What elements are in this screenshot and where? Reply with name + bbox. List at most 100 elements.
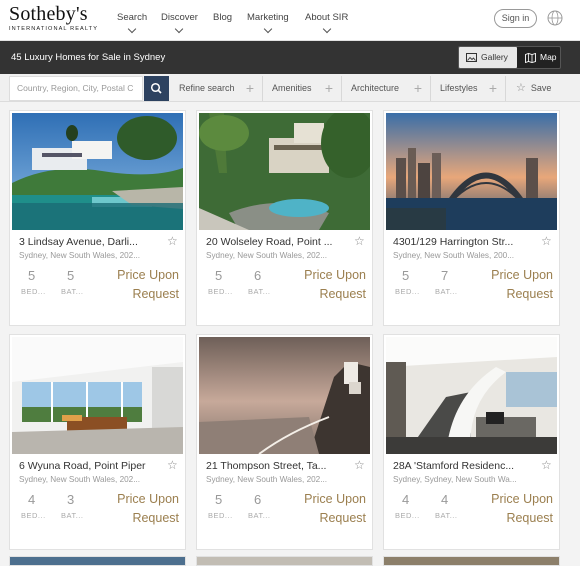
results-title: 45 Luxury Homes for Sale in Sydney: [11, 52, 166, 63]
listing-card[interactable]: 6 Wyuna Road, Point Piper ☆ Sydney, New …: [9, 334, 186, 550]
bath-count: 7: [441, 268, 449, 283]
listing-location: Sydney, New South Wales, 202...: [206, 251, 328, 260]
bath-unit-label: BAT...: [61, 287, 84, 296]
nav-label: Search: [117, 12, 148, 23]
listing-photo[interactable]: [386, 113, 557, 230]
next-listing-card-partial[interactable]: [9, 556, 186, 566]
bath-count: 3: [67, 492, 75, 507]
bed-unit-label: BED...: [208, 511, 233, 520]
listing-photo[interactable]: [12, 113, 183, 230]
price-line-1: Price Upon: [117, 492, 179, 506]
nav-blog[interactable]: Blog: [213, 12, 232, 23]
plus-icon: +: [324, 80, 333, 96]
bed-unit-label: BED...: [21, 511, 46, 520]
listing-photo[interactable]: [199, 337, 370, 454]
price-line-2: Request: [132, 510, 179, 525]
bath-count: 4: [441, 492, 449, 507]
listing-photo[interactable]: [199, 113, 370, 230]
favorite-star-icon[interactable]: ☆: [541, 458, 552, 472]
save-search-button[interactable]: ☆ Save: [507, 76, 551, 101]
architecture-label: Architecture: [351, 83, 400, 93]
chevron-down-icon: [322, 24, 331, 34]
price-line-2: Request: [506, 286, 553, 301]
bed-count: 5: [215, 492, 223, 507]
plus-icon: +: [488, 80, 497, 96]
favorite-star-icon[interactable]: ☆: [167, 458, 178, 472]
bed-unit-label: BED...: [395, 287, 420, 296]
listing-photo[interactable]: [386, 337, 557, 454]
logo-subtitle: INTERNATIONAL REALTY: [9, 26, 99, 32]
nav-about-sir[interactable]: About SIR: [305, 12, 348, 34]
price-line-2: Request: [506, 510, 553, 525]
amenities-filter[interactable]: Amenities +: [263, 76, 342, 101]
price-line-2: Request: [132, 286, 179, 301]
nav-discover[interactable]: Discover: [161, 12, 198, 34]
listing-price: Price Upon Request: [294, 490, 366, 527]
globe-icon[interactable]: [547, 10, 563, 26]
lifestyles-filter[interactable]: Lifestyles +: [431, 76, 506, 101]
gallery-view-button[interactable]: Gallery: [459, 47, 517, 68]
search-button[interactable]: [144, 76, 169, 101]
sign-in-button[interactable]: Sign in: [494, 9, 537, 28]
listing-card[interactable]: 4301/129 Harrington Str... ☆ Sydney, New…: [383, 110, 560, 326]
map-label: Map: [540, 52, 557, 62]
bath-count: 6: [254, 492, 262, 507]
nav-label: Blog: [213, 12, 233, 23]
architecture-filter[interactable]: Architecture +: [342, 76, 431, 101]
favorite-star-icon[interactable]: ☆: [354, 234, 365, 248]
next-listing-card-partial[interactable]: [383, 556, 560, 566]
save-label: Save: [530, 83, 552, 93]
star-icon: ☆: [516, 82, 526, 94]
chevron-down-icon: [175, 24, 184, 34]
listing-card[interactable]: 20 Wolseley Road, Point ... ☆ Sydney, Ne…: [196, 110, 373, 326]
listing-address[interactable]: 20 Wolseley Road, Point ...: [206, 236, 346, 248]
favorite-star-icon[interactable]: ☆: [541, 234, 552, 248]
favorite-star-icon[interactable]: ☆: [354, 458, 365, 472]
search-icon: [150, 82, 162, 94]
chevron-down-icon: [127, 24, 137, 34]
listing-location: Sydney, New South Wales, 202...: [19, 475, 141, 484]
nav-marketing[interactable]: Marketing: [247, 12, 289, 34]
price-line-2: Request: [319, 510, 366, 525]
listing-address[interactable]: 6 Wyuna Road, Point Piper: [19, 460, 159, 472]
results-bar: 45 Luxury Homes for Sale in Sydney Galle…: [0, 41, 580, 74]
listing-location: Sydney, New South Wales, 200...: [393, 251, 515, 260]
bed-count: 5: [215, 268, 223, 283]
top-header: Sotheby's INTERNATIONAL REALTY Search Di…: [0, 0, 580, 41]
bath-count: 6: [254, 268, 262, 283]
bed-unit-label: BED...: [395, 511, 420, 520]
listing-address[interactable]: 4301/129 Harrington Str...: [393, 236, 533, 248]
location-search-input[interactable]: Country, Region, City, Postal C: [9, 76, 143, 101]
price-line-1: Price Upon: [491, 492, 553, 506]
listing-address[interactable]: 3 Lindsay Avenue, Darli...: [19, 236, 159, 248]
listing-card[interactable]: 28A 'Stamford Residenc... ☆ Sydney, Sydn…: [383, 334, 560, 550]
map-view-button[interactable]: Map: [518, 47, 562, 68]
bath-unit-label: BAT...: [435, 287, 458, 296]
favorite-star-icon[interactable]: ☆: [167, 234, 178, 248]
listing-price: Price Upon Request: [481, 266, 553, 303]
listing-photo[interactable]: [12, 337, 183, 454]
listing-card[interactable]: 21 Thompson Street, Ta... ☆ Sydney, New …: [196, 334, 373, 550]
plus-icon: +: [413, 80, 422, 96]
plus-icon: +: [245, 80, 254, 96]
bed-count: 4: [402, 492, 410, 507]
listing-address[interactable]: 21 Thompson Street, Ta...: [206, 460, 346, 472]
bed-unit-label: BED...: [208, 287, 233, 296]
next-listing-card-partial[interactable]: [196, 556, 373, 566]
nav-label: Marketing: [247, 12, 289, 23]
nav-label: Discover: [161, 12, 198, 23]
price-line-1: Price Upon: [304, 268, 366, 282]
gallery-label: Gallery: [481, 52, 508, 62]
listing-card[interactable]: 3 Lindsay Avenue, Darli... ☆ Sydney, New…: [9, 110, 186, 326]
nav-search[interactable]: Search: [117, 12, 148, 34]
chevron-down-icon: [263, 24, 273, 34]
listing-address[interactable]: 28A 'Stamford Residenc...: [393, 460, 533, 472]
price-line-2: Request: [319, 286, 366, 301]
refine-search-filter[interactable]: Refine search +: [170, 76, 263, 101]
price-line-1: Price Upon: [491, 268, 553, 282]
bed-count: 4: [28, 492, 36, 507]
amenities-label: Amenities: [272, 83, 312, 93]
filter-bar: Country, Region, City, Postal C Refine s…: [0, 74, 580, 102]
bath-unit-label: BAT...: [248, 287, 271, 296]
sothebys-logo[interactable]: Sotheby's INTERNATIONAL REALTY: [9, 3, 98, 33]
